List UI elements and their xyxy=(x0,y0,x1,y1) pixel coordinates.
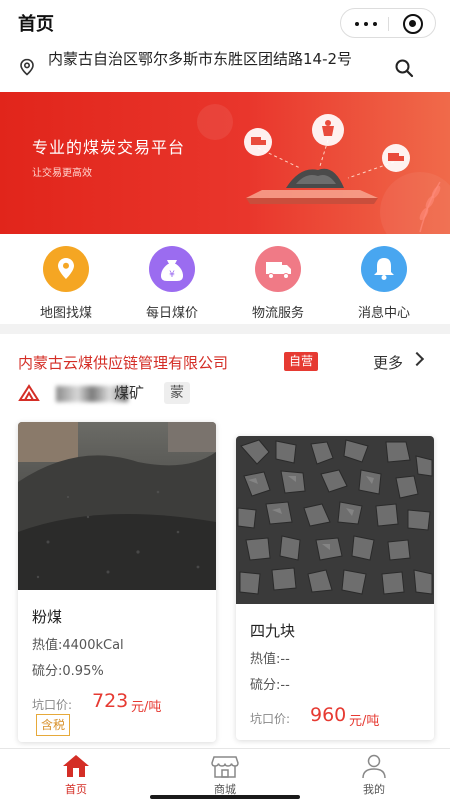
product-name: 四九块 xyxy=(250,622,296,640)
capsule-divider xyxy=(388,17,389,31)
sulfur-label: 硫分: xyxy=(32,664,63,679)
product-card[interactable]: 四九块 热值:-- 硫分:-- 坑口价: 960 元/吨 xyxy=(236,436,434,740)
price-value: 960 xyxy=(310,704,347,726)
more-dots-icon[interactable] xyxy=(355,22,377,26)
heat-value: 4400kCal xyxy=(62,638,124,653)
heat-row: 热值:4400kCal xyxy=(32,634,124,653)
tab-mine[interactable]: 我的 xyxy=(334,753,414,797)
banner-subtitle: 让交易更高效 xyxy=(32,168,92,179)
product-image xyxy=(18,422,216,590)
menu-item-message-center[interactable]: 消息中心 xyxy=(334,246,434,321)
product-image xyxy=(236,436,434,604)
chevron-right-icon[interactable] xyxy=(409,351,425,367)
money-bag-icon: ¥ xyxy=(149,246,195,292)
menu-item-daily-price[interactable]: ¥ 每日煤价 xyxy=(122,246,222,321)
menu-label: 地图找煤 xyxy=(39,306,92,321)
section-divider xyxy=(0,324,450,334)
sulfur-value: -- xyxy=(280,678,290,693)
bell-icon xyxy=(361,246,407,292)
menu-label: 每日煤价 xyxy=(145,306,198,321)
company-name[interactable]: 内蒙古云煤供应链管理有限公司 xyxy=(18,352,228,373)
heat-label: 热值: xyxy=(32,638,63,653)
more-link[interactable]: 更多 xyxy=(373,352,403,373)
tab-shop[interactable]: 商城 xyxy=(185,753,265,797)
heat-value: -- xyxy=(280,652,290,667)
menu-item-logistics[interactable]: 物流服务 xyxy=(228,246,328,321)
tab-label: 首页 xyxy=(65,783,87,796)
home-page: 首页 内蒙古自治区鄂尔多斯市东胜区团结路14-2号 专业的煤炭交易平台 让交易更… xyxy=(0,0,450,800)
product-card[interactable]: 粉煤 热值:4400kCal 硫分:0.95% 坑口价: 723 元/吨 含税 xyxy=(18,422,216,742)
svg-text:¥: ¥ xyxy=(169,270,175,280)
price-unit: 元/吨 xyxy=(131,700,162,715)
shop-icon xyxy=(210,753,240,779)
sulfur-row: 硫分:0.95% xyxy=(32,660,104,679)
home-icon xyxy=(61,753,91,779)
banner-title: 专业的煤炭交易平台 xyxy=(32,138,186,157)
truck-icon xyxy=(255,246,301,292)
quick-menu: 地图找煤 ¥ 每日煤价 物流服务 消息中心 xyxy=(0,234,450,324)
address-text: 内蒙古自治区鄂尔多斯市东胜区团结路14-2号 xyxy=(48,50,353,68)
sulfur-value: 0.95% xyxy=(62,664,104,679)
page-title: 首页 xyxy=(18,14,54,35)
map-pin-icon xyxy=(43,246,89,292)
mine-name: 煤矿 xyxy=(114,384,145,402)
menu-item-map-search[interactable]: 地图找煤 xyxy=(16,246,116,321)
bottom-tab-bar: 首页 商城 我的 xyxy=(0,748,450,800)
price-value: 723 xyxy=(92,690,129,712)
product-name: 粉煤 xyxy=(32,608,63,626)
search-icon[interactable] xyxy=(394,58,414,78)
promo-banner[interactable]: 专业的煤炭交易平台 让交易更高效 xyxy=(0,92,450,234)
heat-row: 热值:-- xyxy=(250,648,290,667)
home-indicator xyxy=(150,795,300,799)
mini-program-capsule xyxy=(340,8,436,38)
mine-logo-icon xyxy=(18,384,40,401)
self-operated-badge: 自营 xyxy=(284,352,319,371)
location-pin-icon xyxy=(20,58,34,76)
user-icon xyxy=(359,753,389,779)
sulfur-row: 硫分:-- xyxy=(250,674,290,693)
company-section: 内蒙古云煤供应链管理有限公司 自营 更多 煤矿 蒙 粉煤 热值:4400kCal… xyxy=(0,334,450,754)
sulfur-label: 硫分: xyxy=(250,678,281,693)
tab-home[interactable]: 首页 xyxy=(36,753,116,797)
menu-label: 物流服务 xyxy=(251,306,304,321)
banner-illustration xyxy=(197,104,450,234)
close-target-icon[interactable] xyxy=(403,14,423,34)
tax-included-badge: 含税 xyxy=(36,714,71,736)
menu-label: 消息中心 xyxy=(357,306,410,321)
title-bar: 首页 xyxy=(0,0,450,44)
tab-label: 我的 xyxy=(363,783,385,796)
price-label: 坑口价: xyxy=(32,698,73,712)
heat-label: 热值: xyxy=(250,652,281,667)
province-badge: 蒙 xyxy=(164,382,190,404)
address-bar[interactable]: 内蒙古自治区鄂尔多斯市东胜区团结路14-2号 xyxy=(0,44,450,92)
price-unit: 元/吨 xyxy=(349,714,380,729)
price-label: 坑口价: xyxy=(250,712,291,726)
